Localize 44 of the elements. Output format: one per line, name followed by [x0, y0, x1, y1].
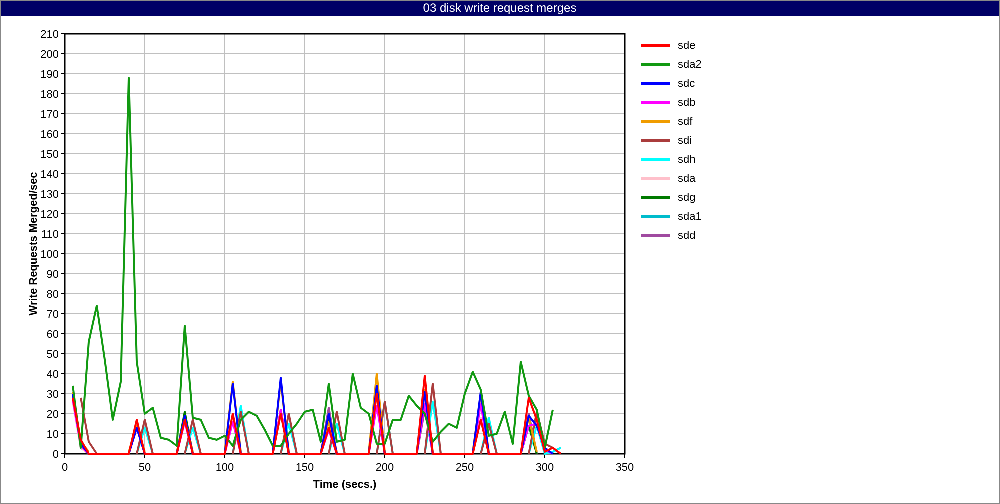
y-tick-label: 40 [46, 369, 59, 381]
y-tick-label: 20 [46, 409, 59, 421]
legend-label: sdc [678, 78, 696, 90]
y-tick-label: 200 [40, 49, 59, 61]
legend-label: sda2 [678, 58, 702, 70]
legend-label: sde [678, 40, 696, 52]
y-tick-label: 70 [46, 309, 59, 321]
legend-label: sda [678, 172, 696, 184]
chart-title: 03 disk write request merges [1, 1, 999, 16]
x-tick-label: 50 [138, 462, 152, 474]
legend-label: sdg [678, 192, 696, 204]
legend-label: sdh [678, 154, 696, 166]
y-tick-label: 140 [40, 169, 59, 181]
legend-label: sdf [678, 116, 693, 128]
legend-label: sdb [678, 96, 696, 108]
y-tick-label: 190 [40, 69, 59, 81]
x-tick-label: 300 [536, 462, 554, 474]
legend-label: sda1 [678, 210, 702, 222]
x-axis-title: Time (secs.) [313, 479, 377, 491]
y-tick-label: 170 [40, 109, 59, 121]
x-tick-label: 200 [376, 462, 394, 474]
x-tick-label: 100 [216, 462, 234, 474]
y-tick-label: 60 [46, 329, 59, 341]
y-tick-label: 10 [46, 429, 59, 441]
y-tick-label: 30 [46, 389, 59, 401]
legend-label: sdd [678, 230, 696, 242]
x-tick-label: 150 [296, 462, 314, 474]
y-tick-label: 180 [40, 89, 59, 101]
y-tick-label: 120 [40, 209, 59, 221]
y-tick-label: 130 [40, 189, 59, 201]
x-tick-label: 0 [62, 462, 68, 474]
y-tick-label: 90 [46, 269, 59, 281]
y-tick-label: 0 [52, 449, 59, 461]
y-tick-label: 100 [40, 249, 59, 261]
x-tick-label: 250 [456, 462, 474, 474]
y-tick-label: 150 [40, 149, 59, 161]
y-tick-label: 160 [40, 129, 59, 141]
legend-label: sdi [678, 134, 692, 146]
y-tick-label: 110 [41, 229, 59, 241]
y-tick-label: 210 [40, 29, 59, 41]
y-tick-label: 80 [46, 289, 59, 301]
x-tick-label: 350 [616, 462, 634, 474]
y-axis-title: Write Requests Merged/sec [28, 172, 40, 316]
y-tick-label: 50 [46, 349, 59, 361]
